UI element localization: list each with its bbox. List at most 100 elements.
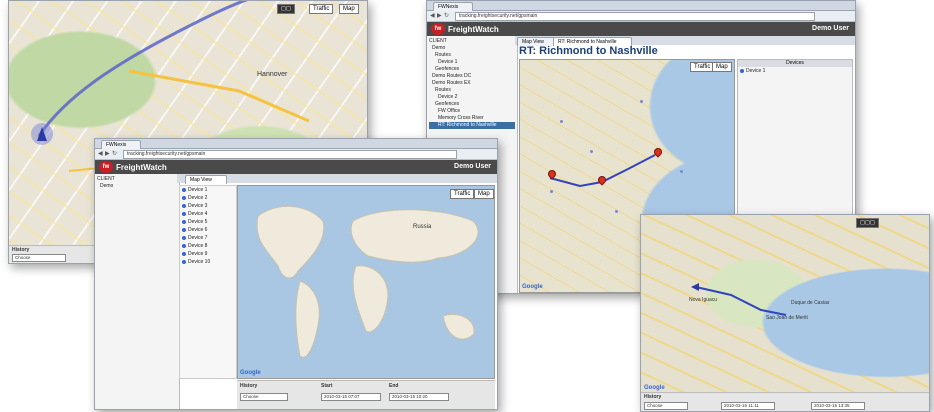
- tree-item-selected[interactable]: RT: Richmond to Nashville: [429, 122, 515, 129]
- device-icon: [182, 212, 186, 216]
- place-label: Nova Iguacu: [689, 297, 718, 303]
- screenshot-world-map: FWNexis ◀ ▶ ↻ tracking.freightsecurity.n…: [94, 138, 498, 410]
- device-label: Device 1: [188, 187, 208, 193]
- device-row[interactable]: Device 3: [180, 202, 236, 210]
- browser-tab[interactable]: FWNexis: [433, 2, 474, 11]
- history-label: History: [240, 383, 258, 389]
- device-icon: [182, 220, 186, 224]
- device-icon: [182, 228, 186, 232]
- map-toggle-icons[interactable]: ◻◻: [277, 4, 295, 14]
- map-type-select[interactable]: Map: [474, 189, 494, 199]
- device-row[interactable]: Device 9: [180, 250, 236, 258]
- device-icon: [182, 236, 186, 240]
- history-bar: History Choose Start 2010-03-15 07:07 En…: [237, 380, 495, 409]
- traffic-button[interactable]: Traffic: [450, 189, 475, 199]
- device-row[interactable]: Device 8: [180, 242, 236, 250]
- map-toggle-icons[interactable]: ◻◻◻: [856, 218, 879, 228]
- brand-name: FreightWatch: [448, 25, 499, 34]
- history-select[interactable]: Choose: [240, 393, 288, 401]
- tree-item[interactable]: CLIENT: [429, 38, 515, 45]
- device-row[interactable]: Device 1: [180, 186, 236, 194]
- tree-item[interactable]: Device 2: [429, 94, 515, 101]
- tab-strip: Map View: [177, 174, 497, 184]
- continents: [256, 205, 479, 358]
- screenshot-rio-map: Nova Iguacu Duque de Caxias Sao Joao de …: [640, 214, 930, 412]
- forward-icon[interactable]: ▶: [105, 150, 110, 158]
- device-row[interactable]: Device 5: [180, 218, 236, 226]
- tab-map-view[interactable]: Map View: [185, 175, 227, 184]
- device-icon: [182, 252, 186, 256]
- traffic-button[interactable]: Traffic: [690, 62, 715, 72]
- device-icon: [182, 188, 186, 192]
- map-type-select[interactable]: Map: [339, 4, 359, 14]
- place-label: Duque de Caxias: [791, 300, 830, 306]
- browser-tabbar: FWNexis: [427, 1, 855, 11]
- url-field[interactable]: tracking.freightsecurity.net/gpsmain: [123, 150, 457, 159]
- device-row[interactable]: Device 2: [180, 194, 236, 202]
- history-select[interactable]: Choose: [12, 254, 66, 262]
- history-bar: History Choose 2010-03-15 11:11 2010-03-…: [641, 392, 929, 411]
- device-label: Device 3: [188, 203, 208, 209]
- tree-item[interactable]: Geofences: [429, 101, 515, 108]
- history-select[interactable]: Choose: [644, 402, 688, 410]
- device-label: Device 5: [188, 219, 208, 225]
- tree-item[interactable]: Device 1: [429, 59, 515, 66]
- devices-header: Devices: [738, 60, 852, 67]
- device-icon: [740, 69, 744, 73]
- map-label-russia: Russia: [413, 224, 432, 230]
- app-header: fw FreightWatch Demo User: [427, 22, 855, 36]
- tree-item[interactable]: Routes: [429, 52, 515, 59]
- reload-icon[interactable]: ↻: [112, 150, 117, 158]
- device-label: Device 7: [188, 235, 208, 241]
- tree-item[interactable]: Routes: [429, 87, 515, 94]
- reload-icon[interactable]: ↻: [444, 12, 449, 20]
- start-date-field[interactable]: 2010-03-15 11:11: [721, 402, 775, 410]
- url-field[interactable]: tracking.freightsecurity.net/gpsmain: [455, 12, 815, 21]
- forward-icon[interactable]: ▶: [437, 12, 442, 20]
- device-icon: [182, 260, 186, 264]
- tree-item[interactable]: Demo: [97, 183, 177, 190]
- map-type-select[interactable]: Map: [712, 62, 732, 72]
- browser-addressbar: ◀ ▶ ↻ tracking.freightsecurity.net/gpsma…: [427, 11, 855, 22]
- device-icon: [182, 244, 186, 248]
- end-date-field[interactable]: 2010-03-15 10:20: [389, 393, 449, 401]
- start-date-field[interactable]: 2010-03-15 07:07: [321, 393, 381, 401]
- end-date-field[interactable]: 2010-03-15 13:35: [811, 402, 865, 410]
- world-map[interactable]: Russia Traffic Map Google: [237, 185, 495, 379]
- route-overlay: [691, 283, 787, 316]
- browser-tabbar: FWNexis: [95, 139, 497, 149]
- device-label: Device 1: [746, 68, 766, 74]
- page-title: RT: Richmond to Nashville: [519, 45, 658, 57]
- tree-item[interactable]: CLIENT: [97, 176, 177, 183]
- tree-item[interactable]: Demo: [429, 45, 515, 52]
- back-icon[interactable]: ◀: [430, 12, 435, 20]
- device-row[interactable]: Device 7: [180, 234, 236, 242]
- device-label: Device 2: [188, 195, 208, 201]
- freightwatch-logo: fw: [431, 23, 445, 35]
- device-label: Device 8: [188, 243, 208, 249]
- user-name[interactable]: Demo User: [454, 163, 491, 170]
- device-icon: [182, 204, 186, 208]
- device-list-panel: Device 1 Device 2 Device 3 Device 4 Devi…: [179, 185, 237, 379]
- device-label: Device 4: [188, 211, 208, 217]
- place-label: Sao Joao de Meriti: [766, 315, 808, 321]
- device-row[interactable]: Device 10: [180, 258, 236, 266]
- device-row[interactable]: Device 1: [738, 67, 852, 75]
- device-row[interactable]: Device 6: [180, 226, 236, 234]
- end-label: End: [389, 383, 399, 389]
- user-name[interactable]: Demo User: [812, 25, 849, 32]
- tree-item[interactable]: Demo Routes EX: [429, 80, 515, 87]
- browser-tab[interactable]: FWNexis: [101, 140, 142, 149]
- left-tree-panel: CLIENT Demo: [95, 174, 180, 409]
- start-label: Start: [321, 383, 333, 389]
- brand-name: FreightWatch: [116, 163, 167, 172]
- device-row[interactable]: Device 4: [180, 210, 236, 218]
- back-icon[interactable]: ◀: [98, 150, 103, 158]
- device-label: Device 6: [188, 227, 208, 233]
- traffic-button[interactable]: Traffic: [309, 4, 334, 14]
- tree-item[interactable]: FW Office: [429, 108, 515, 115]
- google-logo: Google: [522, 284, 543, 290]
- tree-item[interactable]: Geofences: [429, 66, 515, 73]
- tree-item[interactable]: Demo Routes DC: [429, 73, 515, 80]
- tree-item[interactable]: Memory Cross River: [429, 115, 515, 122]
